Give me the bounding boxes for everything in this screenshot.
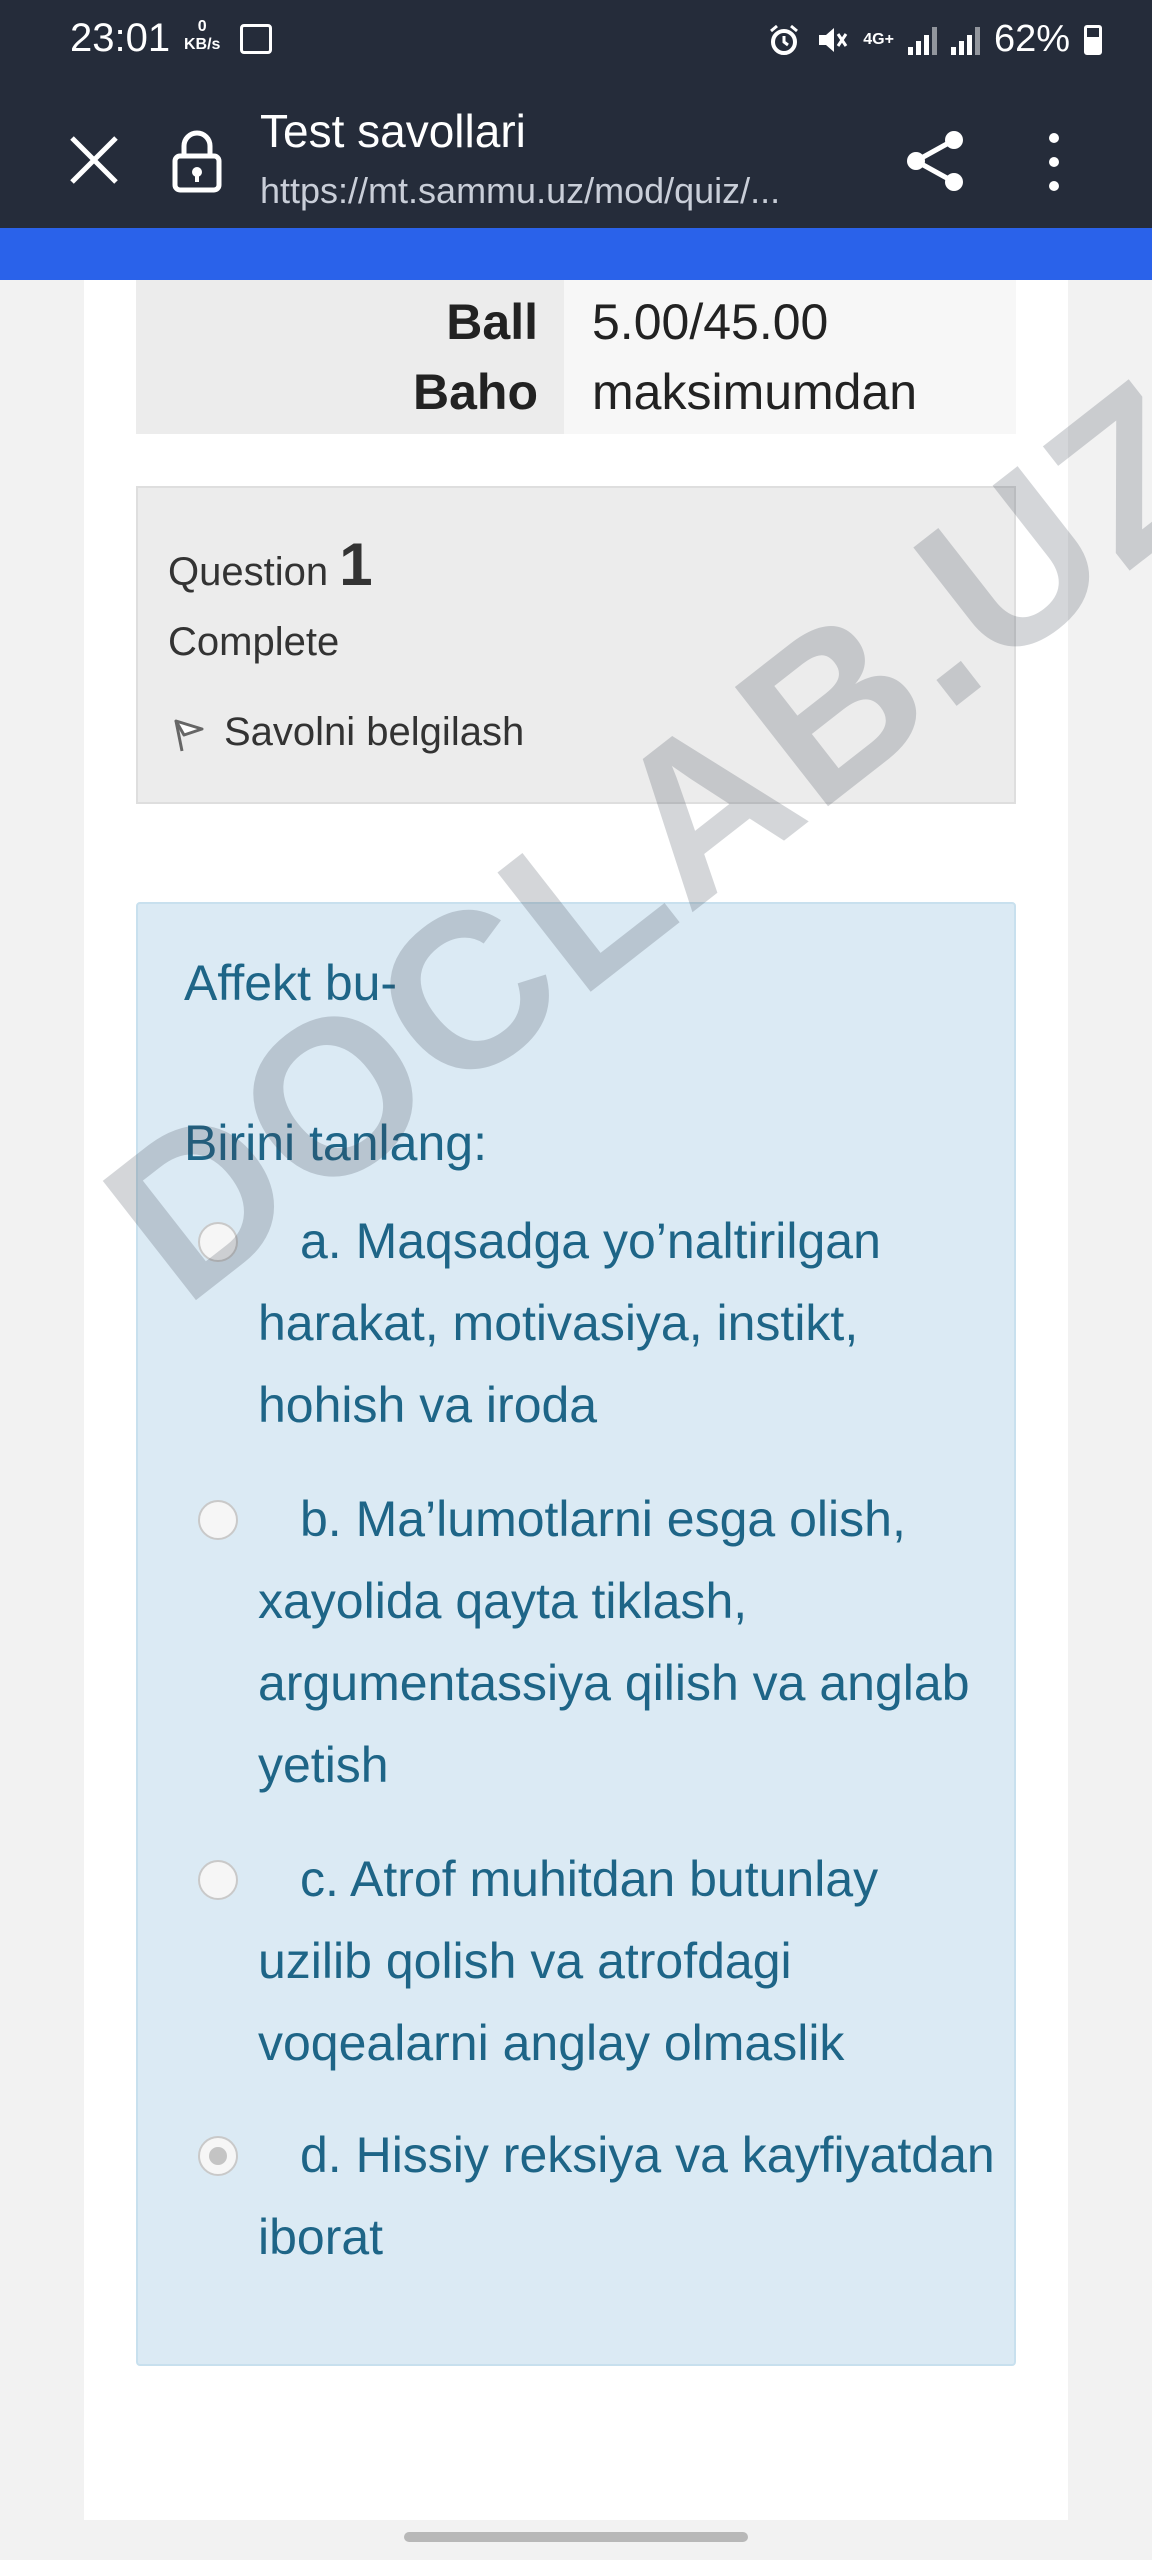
answer-option-c[interactable]: c. Atrof muhitdan butunlay uzilib qolish…: [258, 1838, 998, 2084]
answer-radio-d-selected[interactable]: [198, 2136, 238, 2176]
mute-icon: [819, 27, 848, 52]
question-label: Question: [168, 550, 329, 594]
flag-question-link[interactable]: Savolni belgilash: [168, 710, 524, 755]
status-icons: 4G+ 62%: [767, 18, 1102, 61]
url-text[interactable]: https://mt.sammu.uz/mod/quiz/...: [260, 170, 780, 212]
more-options-icon[interactable]: [1040, 130, 1068, 194]
page-title: Test savollari: [260, 105, 526, 157]
answer-option-a[interactable]: a. Maqsadga yo’naltirilgan harakat, moti…: [258, 1200, 998, 1446]
question-text: Affekt bu-: [184, 955, 398, 1011]
answer-option-b[interactable]: b. Ma’lumotlarni esga olish, xayolida qa…: [258, 1478, 998, 1806]
lock-icon[interactable]: [170, 128, 224, 194]
battery-icon: [1084, 24, 1102, 55]
net-speed-value: 0: [197, 18, 207, 35]
answer-radio-b[interactable]: [198, 1500, 238, 1540]
close-icon[interactable]: [66, 132, 122, 188]
image-notification-icon: [240, 24, 272, 54]
status-time: 23:01: [70, 16, 171, 60]
signal-icon-1: [907, 25, 937, 55]
answer-prompt: Birini tanlang:: [184, 1115, 487, 1171]
question-info-box: Question 1 Complete Savolni belgilash: [136, 486, 1016, 804]
alarm-icon: [770, 24, 799, 55]
quiz-page: Ball 5.00/45.00 Baho maksimumdan Questio…: [84, 280, 1068, 2520]
status-bar: 23:01 0 KB/s 4G+ 62%: [0, 0, 1152, 84]
question-number-value: 1: [339, 531, 373, 598]
question-number: Question 1: [168, 530, 373, 599]
signal-icon-2: [950, 25, 980, 55]
browser-toolbar: Test savollari https://mt.sammu.uz/mod/q…: [0, 84, 1152, 228]
question-state: Complete: [168, 620, 340, 664]
page-load-progress-bar: [0, 228, 1152, 280]
network-type: 4G+: [863, 30, 894, 48]
question-formulation: Affekt bu- Birini tanlang: a. Maqsadga y…: [136, 902, 1016, 2366]
flag-question-label: Savolni belgilash: [224, 710, 525, 754]
answer-option-d[interactable]: d. Hissiy reksiya va kayfiyatdan iborat: [258, 2114, 998, 2278]
answer-radio-c[interactable]: [198, 1860, 238, 1900]
share-icon[interactable]: [900, 126, 970, 196]
summary-row-baho: Baho maksimumdan: [136, 350, 1016, 434]
net-speed-indicator: 0 KB/s: [184, 18, 220, 54]
battery-percent: 62%: [993, 18, 1070, 60]
summary-value: maksimumdan: [564, 350, 1016, 434]
net-speed-unit: KB/s: [184, 36, 221, 53]
summary-label: Baho: [136, 350, 564, 434]
answer-radio-a[interactable]: [198, 1222, 238, 1262]
flag-icon: [174, 719, 204, 751]
home-indicator[interactable]: [404, 2532, 748, 2542]
